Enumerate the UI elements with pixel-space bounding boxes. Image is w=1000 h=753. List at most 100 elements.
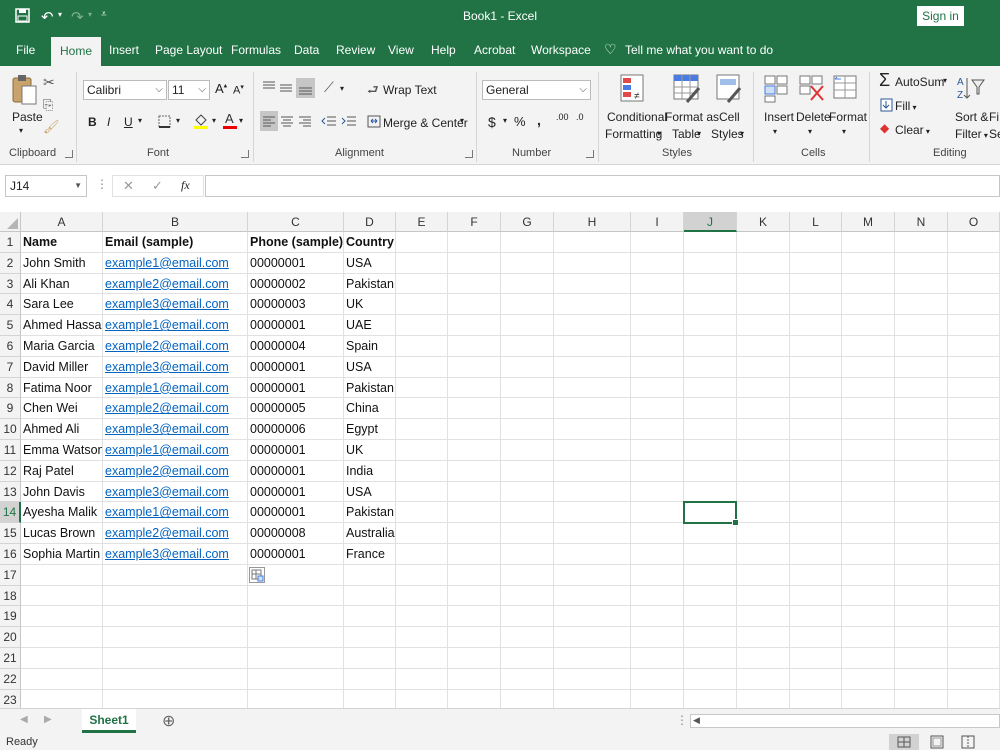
table-cell[interactable]: Spain (344, 336, 395, 356)
fill-button[interactable]: Fill ▾ (895, 99, 917, 113)
table-cell[interactable]: India (344, 461, 395, 481)
find-select-label-2[interactable]: Sel (989, 127, 1000, 141)
email-link-cell[interactable]: example1@email.com (103, 378, 247, 398)
font-color-icon[interactable]: A (222, 111, 238, 133)
delete-cells-icon[interactable] (799, 74, 825, 107)
quick-analysis-icon[interactable] (249, 567, 265, 583)
increase-decimal-button[interactable]: .00 (556, 112, 569, 122)
fill-color-icon[interactable] (193, 112, 209, 133)
cell-styles-icon[interactable] (716, 74, 742, 107)
tab-help[interactable]: Help (431, 43, 456, 57)
email-link-cell[interactable]: example2@email.com (103, 336, 247, 356)
italic-button[interactable]: I (107, 115, 110, 129)
row-header[interactable]: 18 (0, 585, 21, 607)
header-cell[interactable]: Country (344, 232, 395, 252)
top-align-icon[interactable] (262, 80, 276, 95)
table-cell[interactable]: UK (344, 440, 395, 460)
row-header[interactable]: 15 (0, 523, 21, 544)
table-cell[interactable]: 00000006 (248, 419, 343, 439)
conditional-formatting-icon[interactable]: ≠ (620, 74, 646, 107)
row-header[interactable]: 5 (0, 315, 21, 336)
clipboard-launcher-icon[interactable] (65, 150, 73, 158)
row-header[interactable]: 17 (0, 564, 21, 586)
table-cell[interactable]: 00000001 (248, 440, 343, 460)
row-header[interactable]: 12 (0, 460, 21, 482)
format-as-table-label-1[interactable]: Format as (665, 110, 719, 124)
sheet-tab-sheet1[interactable]: Sheet1 (82, 709, 136, 733)
column-header[interactable]: H (554, 212, 631, 232)
column-header[interactable]: G (501, 212, 554, 232)
currency-dropdown-icon[interactable]: ▾ (503, 116, 507, 125)
tab-formulas[interactable]: Formulas (231, 43, 281, 57)
table-cell[interactable]: David Miller (21, 357, 102, 377)
borders-dropdown-icon[interactable]: ▾ (176, 116, 180, 125)
email-link-cell[interactable]: example2@email.com (103, 461, 247, 481)
middle-align-icon[interactable] (279, 82, 293, 97)
comma-button[interactable]: , (537, 112, 541, 128)
column-header[interactable]: B (103, 212, 248, 232)
row-header[interactable]: 8 (0, 377, 21, 399)
table-cell[interactable]: Lucas Brown (21, 523, 102, 543)
bottom-align-icon[interactable] (296, 78, 315, 98)
column-header[interactable]: K (737, 212, 790, 232)
table-cell[interactable]: Sara Lee (21, 294, 102, 314)
tab-insert[interactable]: Insert (109, 43, 139, 57)
cell-styles-dropdown-icon[interactable]: ▾ (740, 129, 744, 138)
orientation-icon[interactable]: ⟋ (324, 79, 334, 96)
table-cell[interactable]: Sophia Martin (21, 544, 102, 564)
copy-icon[interactable]: ⎘ (43, 97, 53, 113)
normal-view-icon[interactable] (889, 734, 919, 750)
table-cell[interactable]: 00000001 (248, 357, 343, 377)
borders-icon[interactable] (158, 115, 171, 131)
table-cell[interactable]: Ali Khan (21, 274, 102, 294)
column-header[interactable]: A (21, 212, 103, 232)
paste-dropdown-icon[interactable]: ▾ (19, 126, 23, 135)
merge-center-button[interactable]: Merge & Center (383, 116, 468, 130)
tab-data[interactable]: Data (294, 43, 319, 57)
enter-icon[interactable]: ✓ (152, 178, 163, 194)
table-cell[interactable]: Ahmed Hassan (21, 315, 102, 335)
format-as-table-icon[interactable] (673, 74, 701, 107)
email-link-cell[interactable]: example2@email.com (103, 523, 247, 543)
email-link-cell[interactable]: example3@email.com (103, 544, 247, 564)
font-color-dropdown-icon[interactable]: ▾ (239, 116, 243, 125)
name-box[interactable]: J14 ▼ (5, 175, 87, 197)
clear-button[interactable]: Clear ▾ (895, 123, 930, 137)
table-cell[interactable]: 00000001 (248, 544, 343, 564)
alignment-launcher-icon[interactable] (465, 150, 473, 158)
wrap-text-icon[interactable]: ⮐ (367, 81, 379, 103)
autosum-icon[interactable]: Σ (879, 70, 890, 91)
table-cell[interactable]: Ayesha Malik (21, 502, 102, 522)
table-cell[interactable]: 00000001 (248, 315, 343, 335)
number-format-select[interactable]: General ⌵ (482, 80, 591, 100)
sort-filter-label-2[interactable]: Filter ▾ (955, 127, 988, 141)
format-painter-icon[interactable]: 🖌 (43, 119, 60, 135)
column-header[interactable]: E (396, 212, 448, 232)
decrease-indent-icon[interactable] (321, 115, 337, 131)
shrink-font-icon[interactable]: A▾ (233, 83, 244, 97)
email-link-cell[interactable]: example3@email.com (103, 419, 247, 439)
header-cell[interactable]: Phone (sample) (248, 232, 343, 252)
table-cell[interactable]: Chen Wei (21, 398, 102, 418)
email-link-cell[interactable]: example1@email.com (103, 502, 247, 522)
align-left-icon[interactable] (260, 111, 278, 131)
tab-file[interactable]: File (16, 43, 35, 57)
row-header[interactable]: 16 (0, 544, 21, 565)
cell-styles-label-2[interactable]: Styles (711, 127, 744, 141)
column-header[interactable]: N (895, 212, 948, 232)
insert-dropdown-icon[interactable]: ▾ (773, 127, 777, 136)
fill-icon[interactable] (880, 98, 893, 115)
tab-review[interactable]: Review (336, 43, 375, 57)
tab-workspace[interactable]: Workspace (531, 43, 591, 57)
sign-in-button[interactable]: Sign in (917, 6, 964, 26)
table-cell[interactable]: UK (344, 294, 395, 314)
new-sheet-icon[interactable]: ⊕ (162, 711, 175, 731)
grow-font-icon[interactable]: A▴ (215, 81, 227, 96)
autosum-button[interactable]: AutoSum (895, 75, 944, 89)
paste-icon[interactable] (10, 74, 38, 109)
column-header[interactable]: C (248, 212, 344, 232)
tab-acrobat[interactable]: Acrobat (474, 43, 515, 57)
row-header[interactable]: 20 (0, 627, 21, 648)
paste-label[interactable]: Paste (12, 110, 43, 124)
table-cell[interactable]: John Davis (21, 482, 102, 502)
